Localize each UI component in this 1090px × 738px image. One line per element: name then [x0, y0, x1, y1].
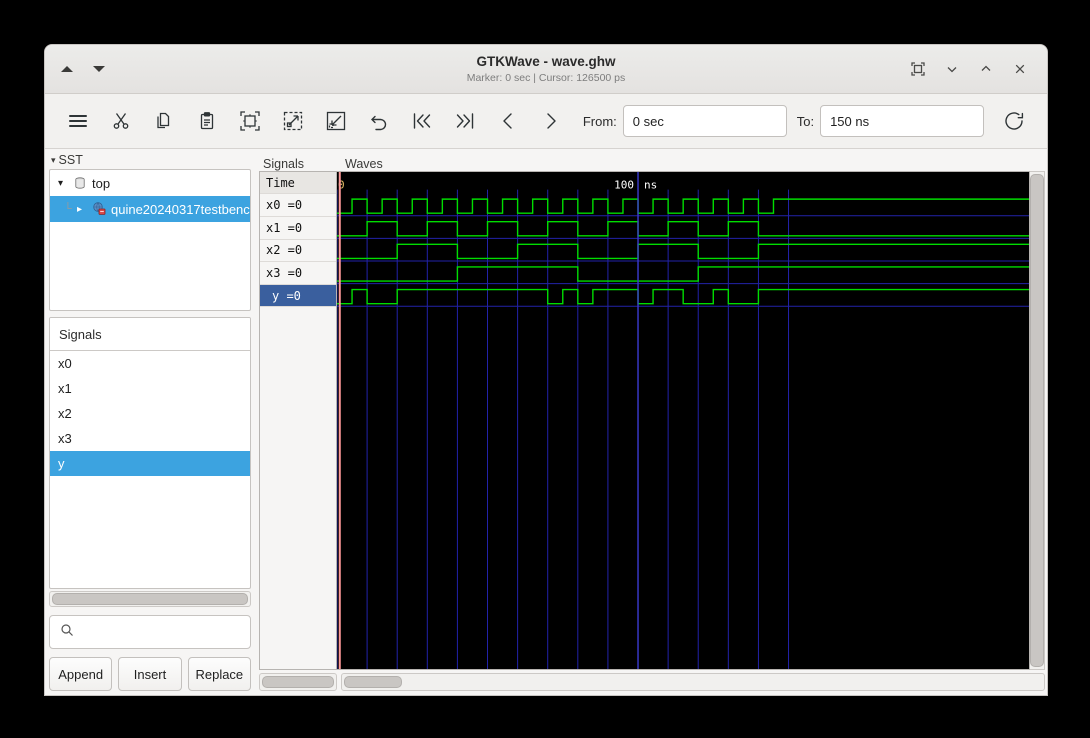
minimize-icon[interactable] — [943, 60, 961, 78]
search-icon — [60, 623, 74, 642]
window-title: GTKWave - wave.ghw — [476, 54, 616, 69]
from-label: From: — [582, 113, 617, 129]
wave-name-row[interactable]: x2 =0 — [260, 240, 336, 263]
menu-icon[interactable] — [57, 101, 100, 141]
scrollbar-thumb[interactable] — [1030, 173, 1044, 668]
wave-name-row[interactable]: y =0 — [260, 284, 336, 308]
search-input[interactable] — [49, 615, 251, 649]
chevron-down-icon[interactable]: ▾ — [58, 178, 68, 189]
left-panel: ▾ SST ▾ top └ ▸ quine20240317testbenc Si… — [45, 149, 255, 695]
to-input[interactable]: 150 ns — [820, 105, 985, 137]
sst-node-quine-testbench[interactable]: └ ▸ quine20240317testbenc — [50, 196, 250, 222]
main-content: ▾ SST ▾ top └ ▸ quine20240317testbenc Si… — [45, 149, 1047, 695]
list-item[interactable]: x0 — [50, 351, 250, 376]
waveform-canvas[interactable]: 0 100 ns — [337, 170, 1030, 671]
title-bar-left-controls — [45, 66, 181, 72]
wave-horizontal-scrollbars — [259, 673, 1045, 691]
chevron-down-icon[interactable]: ▾ — [51, 155, 56, 165]
sst-node-label: top — [92, 175, 111, 191]
tree-guide-line: └ — [64, 203, 72, 215]
wave-time-row: Time — [260, 171, 336, 195]
chevron-right-icon[interactable]: ▸ — [77, 204, 87, 215]
signal-action-buttons: Append Insert Replace — [49, 657, 251, 691]
maximize-icon[interactable] — [977, 60, 995, 78]
replace-button[interactable]: Replace — [187, 657, 251, 691]
svg-text:ns: ns — [644, 178, 657, 191]
waveform-svg: 0 100 ns — [337, 171, 1029, 670]
sst-label-text: SST — [58, 153, 83, 167]
module-icon — [73, 176, 87, 190]
zoom-out-icon[interactable] — [315, 101, 358, 141]
go-to-end-icon[interactable] — [444, 101, 487, 141]
close-icon[interactable] — [1011, 60, 1029, 78]
append-button[interactable]: Append — [49, 657, 113, 691]
go-to-start-icon[interactable] — [401, 101, 444, 141]
wave-names-inner: Time x0 =0 x1 =0 x2 =0 x3 =0 y =0 — [260, 171, 336, 669]
wave-names-frame-label: Signals — [263, 156, 304, 171]
copy-icon[interactable] — [143, 101, 186, 141]
signals-list-header: Signals — [50, 318, 250, 351]
main-toolbar: From: 0 sec To: 150 ns — [45, 94, 1047, 149]
sst-tree[interactable]: ▾ top └ ▸ quine20240317testbenc — [49, 169, 251, 311]
scrollbar-thumb[interactable] — [344, 676, 402, 689]
zoom-in-icon[interactable] — [272, 101, 315, 141]
wave-name-row[interactable]: x3 =0 — [260, 262, 336, 285]
undo-icon[interactable] — [358, 101, 401, 141]
previous-icon[interactable] — [487, 101, 530, 141]
list-item[interactable]: x3 — [50, 426, 250, 451]
reload-icon[interactable] — [992, 101, 1035, 141]
sst-node-label: quine20240317testbenc — [111, 201, 250, 217]
fullscreen-icon[interactable] — [909, 60, 927, 78]
nav-up-icon[interactable] — [61, 66, 73, 72]
wave-vertical-scrollbar[interactable] — [1030, 170, 1045, 671]
instance-icon — [92, 202, 106, 216]
insert-button[interactable]: Insert — [118, 657, 182, 691]
wave-signal-names[interactable]: Time x0 =0 x1 =0 x2 =0 x3 =0 y =0 — [259, 170, 337, 671]
window-subtitle: Marker: 0 sec | Cursor: 126500 ps — [466, 72, 626, 84]
zoom-fit-icon[interactable] — [229, 101, 272, 141]
list-item[interactable]: y — [50, 451, 250, 476]
wave-canvas-frame-label: Waves — [345, 156, 383, 171]
next-icon[interactable] — [530, 101, 573, 141]
signals-list-panel: Signals x0 x1 x2 x3 y — [49, 317, 251, 589]
gtkwave-window: GTKWave - wave.ghw Marker: 0 sec | Curso… — [44, 44, 1048, 696]
signals-list[interactable]: x0 x1 x2 x3 y — [50, 351, 250, 588]
wave-name-row[interactable]: x0 =0 — [260, 194, 336, 217]
svg-text:100: 100 — [614, 178, 634, 191]
wave-body: Time x0 =0 x1 =0 x2 =0 x3 =0 y =0 0 100 ns — [259, 170, 1045, 671]
waves-hscrollbar[interactable] — [341, 673, 1045, 691]
names-hscrollbar[interactable] — [259, 673, 337, 691]
scrollbar-thumb[interactable] — [262, 676, 334, 689]
paste-icon[interactable] — [186, 101, 229, 141]
wave-name-row[interactable]: x1 =0 — [260, 217, 336, 240]
sst-frame-label: ▾ SST — [49, 151, 251, 169]
list-item[interactable]: x1 — [50, 376, 250, 401]
nav-down-icon[interactable] — [93, 66, 105, 72]
window-controls — [909, 60, 1047, 78]
title-bar: GTKWave - wave.ghw Marker: 0 sec | Curso… — [45, 45, 1047, 94]
sst-node-top[interactable]: ▾ top — [50, 170, 250, 196]
scrollbar-thumb[interactable] — [52, 593, 248, 605]
list-item[interactable]: x2 — [50, 401, 250, 426]
wave-panel: Signals Waves Time x0 =0 x1 =0 x2 =0 x3 … — [255, 149, 1047, 695]
from-input[interactable]: 0 sec — [622, 105, 787, 137]
left-panel-hscrollbar[interactable] — [49, 591, 251, 607]
to-label: To: — [796, 113, 815, 129]
wave-frame-labels: Signals Waves — [259, 151, 1045, 171]
cut-icon[interactable] — [100, 101, 143, 141]
title-block: GTKWave - wave.ghw Marker: 0 sec | Curso… — [45, 53, 1047, 85]
